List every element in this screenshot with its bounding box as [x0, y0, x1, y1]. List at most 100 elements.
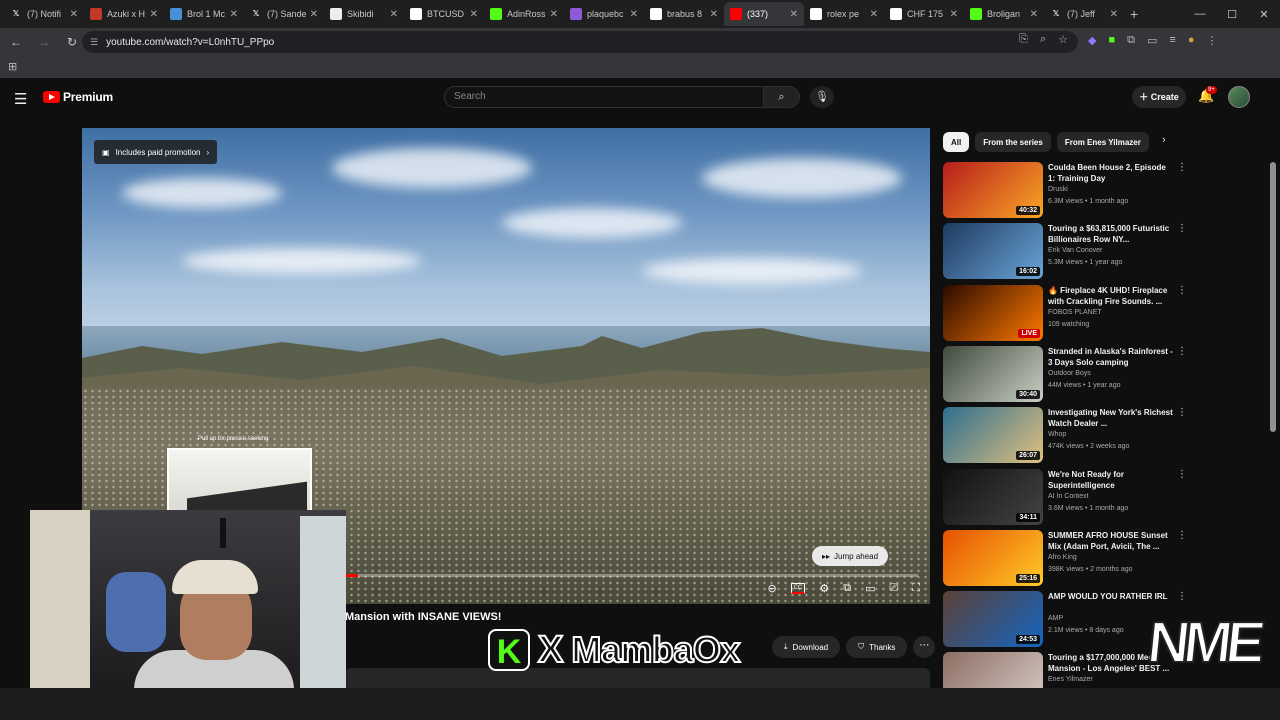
forward-icon[interactable]: → — [32, 35, 56, 49]
more-vert-icon[interactable]: ⋮ — [1177, 469, 1187, 480]
browser-tab[interactable]: Azuki x H ✕ — [84, 2, 164, 26]
avatar[interactable] — [1228, 86, 1250, 108]
apps-grid-icon[interactable]: ⊞ — [8, 60, 17, 73]
browser-tab[interactable]: BTCUSD ✕ — [404, 2, 484, 26]
profile-icon[interactable]: ● — [1188, 34, 1195, 47]
zoom-icon[interactable]: ⌕ — [1040, 33, 1046, 46]
chevron-right-icon[interactable]: › — [1162, 134, 1166, 146]
more-vert-icon[interactable]: ⋮ — [1177, 407, 1187, 418]
theater-mode-icon[interactable]: ▭ — [865, 582, 875, 595]
youtube-logo[interactable]: Premium — [43, 90, 113, 104]
more-vert-icon[interactable]: ⋮ — [1177, 346, 1187, 357]
close-tab-icon[interactable]: ✕ — [790, 9, 798, 20]
rec-title[interactable]: Stranded in Alaska's Rainforest - 3 Days… — [1048, 346, 1173, 368]
rec-channel[interactable]: Whop — [1048, 431, 1066, 438]
video-thumbnail[interactable]: 30:40 — [943, 345, 1043, 402]
new-tab-icon[interactable]: + — [1130, 6, 1138, 22]
video-thumbnail[interactable]: 40:32 — [943, 162, 1043, 218]
rec-channel[interactable]: Outdoor Boys — [1048, 370, 1091, 377]
jump-ahead-button[interactable]: ▸▸ Jump ahead — [812, 546, 889, 566]
filter-chip[interactable]: From the series — [975, 132, 1051, 152]
browser-tab[interactable]: plaquebc ✕ — [564, 2, 644, 26]
kick-extension-icon[interactable]: ■ — [1108, 34, 1115, 47]
close-tab-icon[interactable]: ✕ — [70, 9, 78, 20]
close-tab-icon[interactable]: ✕ — [150, 9, 158, 20]
site-info-icon[interactable]: ☰ — [90, 37, 98, 48]
autoplay-toggle[interactable]: ⊖ — [767, 582, 776, 595]
rec-channel[interactable]: AI In Context — [1048, 493, 1088, 500]
bookmark-star-icon[interactable]: ☆ — [1058, 33, 1068, 46]
reading-list-icon[interactable]: ≡ — [1169, 34, 1175, 47]
close-tab-icon[interactable]: ✕ — [1030, 9, 1038, 20]
video-thumbnail[interactable]: 16:02 — [943, 223, 1043, 280]
browser-menu-icon[interactable]: ⋮ — [1206, 34, 1217, 47]
browser-tab[interactable]: Brol 1 Mc ✕ — [164, 2, 244, 26]
fullscreen-icon[interactable]: ⛶ — [912, 582, 920, 595]
browser-tab[interactable]: 𝕏 (7) Jeff ✕ — [1044, 2, 1124, 26]
browser-tab[interactable]: brabus 8 ✕ — [644, 2, 724, 26]
cast-icon[interactable]: ⎚ — [889, 582, 898, 595]
browser-tab[interactable]: rolex pe ✕ — [804, 2, 884, 26]
recommendation-item[interactable]: 40:32 Coulda Been House 2, Episode 1: Tra… — [943, 162, 1188, 218]
download-button[interactable]: ⤓ Download — [772, 636, 841, 658]
filter-chip[interactable]: All — [943, 132, 970, 152]
video-thumbnail[interactable]: 34:11 — [943, 468, 1043, 525]
rec-title[interactable]: We're Not Ready for Superintelligence — [1048, 469, 1173, 491]
recommendation-item[interactable]: 30:40 Stranded in Alaska's Rainforest - 3… — [943, 345, 1188, 402]
rec-channel[interactable]: FOBOS PLANET — [1048, 309, 1102, 316]
close-tab-icon[interactable]: ✕ — [870, 9, 878, 20]
video-thumbnail[interactable]: 25:16 — [943, 529, 1043, 586]
recommendation-item[interactable]: 16:02 Touring a $63,815,000 Futuristic Bi… — [943, 223, 1188, 280]
create-button[interactable]: ＋ Create — [1132, 86, 1186, 108]
browser-tab[interactable]: Broligan ✕ — [964, 2, 1044, 26]
browser-tab[interactable]: (337) ✕ — [724, 2, 804, 26]
more-actions-button[interactable]: ⋯ — [913, 636, 936, 658]
rec-channel[interactable]: Enes Yilmazer — [1048, 676, 1093, 683]
recommendation-item[interactable]: LIVE 🔥 Fireplace 4K UHD! Fireplace with C… — [943, 284, 1188, 341]
settings-gear-icon[interactable]: ⚙ — [819, 582, 829, 595]
extensions-puzzle-icon[interactable]: ⧉ — [1127, 34, 1135, 47]
back-icon[interactable]: ← — [4, 35, 28, 49]
more-vert-icon[interactable]: ⋮ — [1177, 530, 1187, 541]
rec-channel[interactable]: Druski — [1048, 186, 1068, 193]
close-tab-icon[interactable]: ✕ — [1110, 9, 1118, 20]
rec-channel[interactable]: Erik Van Conover — [1048, 247, 1102, 254]
browser-tab[interactable]: CHF 175 ✕ — [884, 2, 964, 26]
search-button[interactable]: ⌕ — [764, 86, 800, 108]
close-window-icon[interactable]: ✕ — [1248, 8, 1280, 21]
captions-icon[interactable]: CC — [790, 583, 806, 594]
reload-icon[interactable]: ↻ — [60, 35, 84, 49]
recommendation-item[interactable]: 25:16 SUMMER AFRO HOUSE Sunset Mix (Adam … — [943, 529, 1188, 586]
recommendation-item[interactable]: 26:07 Investigating New York's Richest Wa… — [943, 407, 1188, 464]
filter-chip[interactable]: From Enes Yilmazer — [1056, 132, 1149, 152]
rec-title[interactable]: 🔥 Fireplace 4K UHD! Fireplace with Crack… — [1048, 285, 1173, 307]
close-tab-icon[interactable]: ✕ — [630, 9, 638, 20]
rec-channel[interactable]: AMP — [1048, 615, 1063, 622]
close-tab-icon[interactable]: ✕ — [550, 9, 558, 20]
thanks-button[interactable]: ⛉ Thanks — [846, 636, 908, 658]
video-thumbnail[interactable]: LIVE — [943, 284, 1043, 341]
rec-channel[interactable]: Afro King — [1048, 554, 1077, 561]
url-input[interactable]: ☰ youtube.com/watch?v=L0nhTU_PPpo ⎘ ⌕ ☆ — [82, 31, 1078, 53]
recommendation-item[interactable]: 34:11 We're Not Ready for Superintelligen… — [943, 468, 1188, 525]
more-vert-icon[interactable]: ⋮ — [1177, 285, 1187, 296]
browser-tab[interactable]: 𝕏 (7) Sande ✕ — [244, 2, 324, 26]
close-tab-icon[interactable]: ✕ — [390, 9, 398, 20]
hamburger-menu-icon[interactable]: ☰ — [14, 90, 27, 108]
browser-tab[interactable]: 𝕏 (7) Notifi ✕ — [4, 2, 84, 26]
close-tab-icon[interactable]: ✕ — [310, 9, 318, 20]
browser-tab[interactable]: Skibidi ✕ — [324, 2, 404, 26]
side-panel-icon[interactable]: ▭ — [1147, 34, 1157, 47]
close-tab-icon[interactable]: ✕ — [230, 9, 238, 20]
close-tab-icon[interactable]: ✕ — [950, 9, 958, 20]
rec-title[interactable]: SUMMER AFRO HOUSE Sunset Mix (Adam Port,… — [1048, 530, 1173, 552]
voice-search-button[interactable]: 🎙 — [810, 86, 834, 108]
rec-title[interactable]: Investigating New York's Richest Watch D… — [1048, 407, 1173, 429]
minimize-icon[interactable]: — — [1184, 8, 1216, 20]
install-icon[interactable]: ⎘ — [1019, 33, 1028, 46]
more-vert-icon[interactable]: ⋮ — [1177, 162, 1187, 173]
browser-tab[interactable]: AdinRoss ✕ — [484, 2, 564, 26]
close-tab-icon[interactable]: ✕ — [710, 9, 718, 20]
miniplayer-icon[interactable]: ⧉ — [843, 582, 851, 595]
page-scrollbar[interactable] — [1270, 162, 1276, 432]
